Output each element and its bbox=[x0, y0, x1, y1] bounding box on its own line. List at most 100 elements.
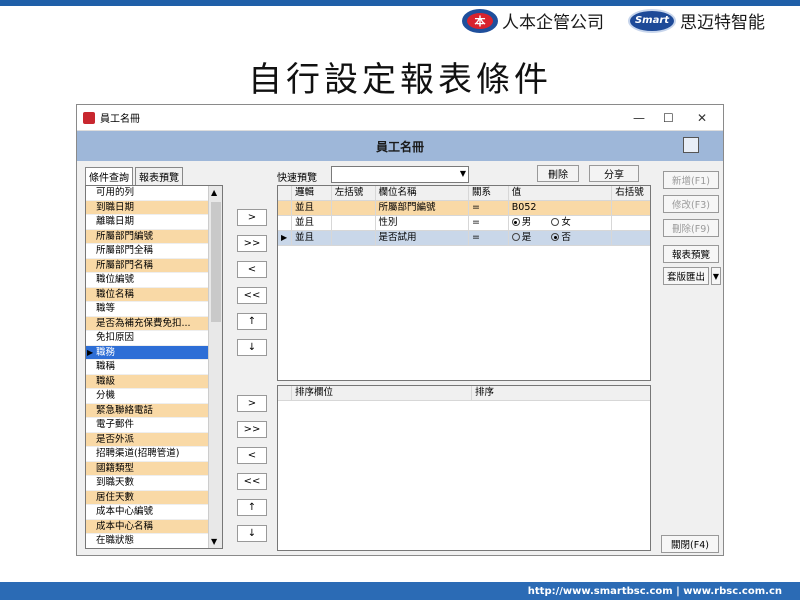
cell-field[interactable]: 所屬部門編號 bbox=[376, 201, 469, 215]
list-item[interactable]: 職級 bbox=[86, 374, 222, 389]
list-item[interactable]: 職稱 bbox=[86, 360, 222, 375]
cell-logic[interactable]: 並且 bbox=[292, 201, 332, 215]
row-pointer-icon: ▶ bbox=[87, 347, 94, 357]
col-header-value: 值 bbox=[509, 186, 613, 200]
cell-right-paren[interactable] bbox=[612, 231, 650, 245]
remove-button[interactable]: < bbox=[237, 261, 267, 278]
list-item[interactable]: 職等 bbox=[86, 302, 222, 317]
report-banner: 員工名冊 bbox=[77, 131, 723, 161]
list-item[interactable]: 招聘渠道(招聘管道) bbox=[86, 447, 222, 462]
footer-links: http://www.smartbsc.com | www.rbsc.com.c… bbox=[0, 582, 800, 600]
minimize-button[interactable]: — bbox=[633, 111, 645, 125]
scroll-down-icon[interactable]: ▼ bbox=[211, 537, 217, 546]
radio-label-male: 男 bbox=[521, 217, 532, 228]
radio-yes[interactable] bbox=[511, 233, 520, 241]
table-row[interactable]: 並且 性別 = 男 女 bbox=[278, 216, 650, 231]
rbsc-logo-mark: 本 bbox=[462, 8, 498, 33]
edit-button[interactable]: 修改(F3) bbox=[663, 195, 719, 213]
maximize-button[interactable]: ☐ bbox=[663, 111, 674, 125]
radio-no[interactable] bbox=[551, 233, 560, 241]
condition-grid[interactable]: 邏輯 左括號 欄位名稱 關系 值 右括號 並且 所屬部門編號 = B052 並且… bbox=[277, 185, 651, 381]
table-row[interactable]: 並且 所屬部門編號 = B052 bbox=[278, 201, 650, 216]
add-button[interactable]: > bbox=[237, 395, 267, 412]
list-item[interactable]: 在職狀態 bbox=[86, 534, 222, 548]
add-all-button[interactable]: >> bbox=[237, 421, 267, 438]
report-preview-button[interactable]: 報表預覽 bbox=[663, 245, 719, 263]
list-item[interactable]: 是否為補充保費免扣... bbox=[86, 316, 222, 331]
quick-preview-select[interactable]: ▼ bbox=[331, 166, 469, 183]
tab-report-preview[interactable]: 報表預覽 bbox=[135, 167, 183, 185]
rbsc-logo: 本 人本企管公司 bbox=[462, 8, 604, 33]
add-button[interactable]: > bbox=[237, 209, 267, 226]
list-item[interactable]: 分機 bbox=[86, 389, 222, 404]
cell-logic[interactable]: 並且 bbox=[292, 216, 332, 230]
cell-relation[interactable]: = bbox=[469, 216, 509, 230]
cell-left-paren[interactable] bbox=[332, 216, 376, 230]
list-item[interactable]: 緊急聯絡電話 bbox=[86, 403, 222, 418]
cell-right-paren[interactable] bbox=[612, 216, 650, 230]
radio-label-no: 否 bbox=[561, 232, 571, 243]
close-button[interactable]: 關閉(F4) bbox=[661, 535, 719, 553]
new-button[interactable]: 新增(F1) bbox=[663, 171, 719, 189]
template-export-button[interactable]: 套版匯出 bbox=[663, 267, 709, 285]
col-header-logic: 邏輯 bbox=[292, 186, 332, 200]
list-item[interactable]: 到職日期 bbox=[86, 200, 222, 215]
cell-logic[interactable]: 並且 bbox=[292, 231, 332, 245]
radio-female[interactable] bbox=[551, 218, 560, 226]
smart-logo-text: 思迈特智能 bbox=[680, 13, 765, 33]
remove-button[interactable]: < bbox=[237, 447, 267, 464]
cell-field[interactable]: 是否試用 bbox=[376, 231, 469, 245]
cell-left-paren[interactable] bbox=[332, 201, 376, 215]
list-item[interactable]: 成本中心名稱 bbox=[86, 519, 222, 534]
sort-grid[interactable]: 排序欄位 排序 bbox=[277, 385, 651, 551]
add-all-button[interactable]: >> bbox=[237, 235, 267, 252]
chevron-down-icon[interactable]: ▼ bbox=[711, 267, 721, 285]
cell-value[interactable]: B052 bbox=[509, 201, 613, 215]
delete-button[interactable]: 刪除 bbox=[537, 165, 579, 182]
radio-male[interactable] bbox=[511, 218, 520, 226]
list-item-label: 到職天數 bbox=[96, 477, 135, 488]
tab-bar: 條件查詢 報表預覽 bbox=[85, 167, 185, 185]
list-item-label: 電子郵件 bbox=[96, 419, 135, 430]
cell-left-paren[interactable] bbox=[332, 231, 376, 245]
move-down-button[interactable]: ↓ bbox=[237, 339, 267, 356]
list-item[interactable]: ▶ 職務 bbox=[86, 345, 222, 360]
smart-logo: Smart 思迈特智能 bbox=[628, 8, 765, 33]
move-up-button[interactable]: ↑ bbox=[237, 313, 267, 330]
remove-all-button[interactable]: << bbox=[237, 473, 267, 490]
delete-record-button[interactable]: 刪除(F9) bbox=[663, 219, 719, 237]
move-up-button[interactable]: ↑ bbox=[237, 499, 267, 516]
remove-all-button[interactable]: << bbox=[237, 287, 267, 304]
list-item[interactable]: 成本中心編號 bbox=[86, 505, 222, 520]
share-button[interactable]: 分享 bbox=[589, 165, 639, 182]
list-item[interactable]: 所屬部門全稱 bbox=[86, 244, 222, 259]
list-item[interactable]: 到職天數 bbox=[86, 476, 222, 491]
list-item[interactable]: 免扣原因 bbox=[86, 331, 222, 346]
list-item[interactable]: 所屬部門名稱 bbox=[86, 258, 222, 273]
row-pointer-icon: ▶ bbox=[278, 231, 292, 245]
cell-relation[interactable]: = bbox=[469, 201, 509, 215]
list-item[interactable]: 電子郵件 bbox=[86, 418, 222, 433]
cell-field[interactable]: 性別 bbox=[376, 216, 469, 230]
list-item[interactable]: 所屬部門編號 bbox=[86, 229, 222, 244]
cell-relation[interactable]: = bbox=[469, 231, 509, 245]
scroll-thumb[interactable] bbox=[211, 202, 221, 322]
edit-report-icon[interactable] bbox=[683, 137, 699, 153]
list-item[interactable]: 國籍類型 bbox=[86, 461, 222, 476]
list-item-label: 分機 bbox=[96, 390, 116, 401]
list-item[interactable]: 職位名稱 bbox=[86, 287, 222, 302]
list-item[interactable]: 是否外派 bbox=[86, 432, 222, 447]
radio-label-yes: 是 bbox=[521, 232, 532, 243]
columns-scrollbar[interactable]: ▲ ▼ bbox=[208, 186, 222, 548]
available-columns-list[interactable]: 可用的列 到職日期 離職日期 所屬部門編號 所屬部門全稱 所屬部門名稱 職位編號 職位名稱 職等… bbox=[85, 185, 223, 549]
list-item[interactable]: 居住天數 bbox=[86, 490, 222, 505]
scroll-up-icon[interactable]: ▲ bbox=[211, 188, 217, 197]
list-item-label: 所屬部門編號 bbox=[96, 230, 154, 242]
move-down-button[interactable]: ↓ bbox=[237, 525, 267, 542]
cell-right-paren[interactable] bbox=[612, 201, 650, 215]
table-row[interactable]: ▶ 並且 是否試用 = 是 否 bbox=[278, 231, 650, 246]
list-item[interactable]: 離職日期 bbox=[86, 215, 222, 230]
close-window-button[interactable]: ✕ bbox=[697, 111, 707, 125]
list-item[interactable]: 職位編號 bbox=[86, 273, 222, 288]
tab-condition-query[interactable]: 條件查詢 bbox=[85, 167, 133, 185]
